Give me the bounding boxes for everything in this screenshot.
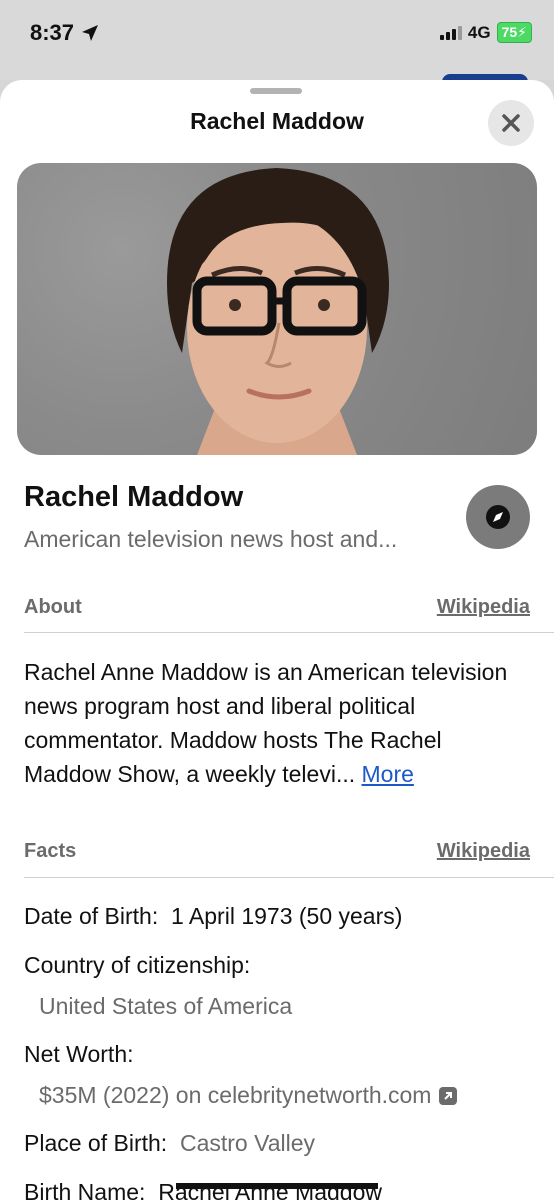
status-indicators: 4G 75⚡ <box>439 22 532 43</box>
open-browser-button[interactable] <box>466 485 530 549</box>
compass-icon <box>486 505 510 529</box>
close-icon <box>502 114 520 132</box>
fact-citizenship: Country of citizenship: <box>24 952 534 979</box>
hero-photo[interactable] <box>17 163 537 455</box>
about-text: Rachel Anne Maddow is an American televi… <box>24 655 534 791</box>
facts-label: Facts <box>24 840 77 862</box>
fact-value: 1 April 1973 (50 years) <box>171 903 403 929</box>
fact-label: Birth Name: <box>24 1179 146 1200</box>
battery-level: 75 <box>501 24 518 40</box>
entity-name: Rachel Maddow <box>24 481 244 513</box>
about-body: Rachel Anne Maddow is an American televi… <box>24 659 508 787</box>
fact-label: Date of Birth: <box>24 903 159 929</box>
fact-date-of-birth: Date of Birth: 1 April 1973 (50 years) <box>24 903 534 930</box>
status-bar: 8:37 4G 75⚡ <box>0 0 554 80</box>
facts-wikipedia-link[interactable]: Wikipedia <box>437 840 530 863</box>
about-label: About <box>24 596 82 618</box>
more-link[interactable]: More <box>362 761 414 787</box>
about-divider <box>24 632 554 633</box>
entity-subtitle: American television news host and... <box>24 526 398 552</box>
fact-value[interactable]: $35M (2022) on celebritynetworth.com <box>39 1082 431 1109</box>
about-header: About Wikipedia <box>24 596 554 619</box>
battery-icon: 75⚡ <box>496 22 532 43</box>
facts-header: Facts Wikipedia <box>24 840 554 863</box>
status-time: 8:37 <box>30 20 100 46</box>
fact-net-worth: Net Worth: <box>24 1041 534 1068</box>
fact-label: Net Worth: <box>24 1041 134 1067</box>
fact-value: United States of America <box>39 993 293 1019</box>
fact-place-of-birth: Place of Birth: Castro Valley <box>24 1130 534 1157</box>
fact-citizenship-value: United States of America <box>39 993 539 1020</box>
portrait-illustration <box>167 168 389 455</box>
location-arrow-icon <box>82 25 99 41</box>
fact-label: Place of Birth: <box>24 1130 168 1156</box>
facts-divider <box>24 877 554 878</box>
sheet-title: Rachel Maddow <box>190 108 364 134</box>
fact-label: Country of citizenship: <box>24 952 251 978</box>
knowledge-sheet: Rachel Maddow Rachel Maddow American tel… <box>0 80 554 1200</box>
signal-icon <box>439 25 462 40</box>
sheet-grabber[interactable] <box>250 88 302 94</box>
network-type: 4G <box>467 22 491 42</box>
external-link-icon[interactable] <box>439 1086 458 1105</box>
status-time-text: 8:37 <box>30 20 75 45</box>
fact-value[interactable]: Castro Valley <box>180 1130 315 1156</box>
redaction-bar <box>176 1183 378 1189</box>
close-button[interactable] <box>488 100 534 146</box>
fact-net-worth-value[interactable]: $35M (2022) on celebritynetworth.com <box>39 1082 539 1109</box>
about-wikipedia-link[interactable]: Wikipedia <box>437 596 530 619</box>
